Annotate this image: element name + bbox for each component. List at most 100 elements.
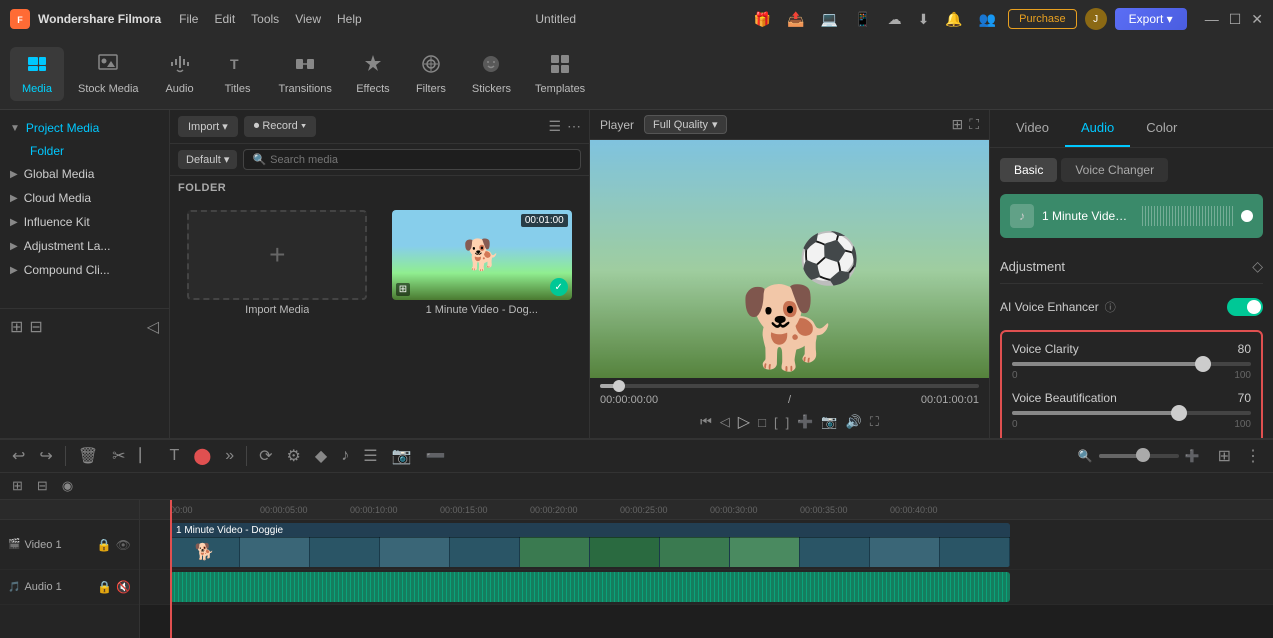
tab-video[interactable]: Video: [1000, 110, 1065, 147]
redo-button[interactable]: ↪: [35, 444, 56, 468]
sidebar-collapse-btn[interactable]: ◁: [147, 317, 159, 337]
filter-icon[interactable]: ☰: [548, 118, 561, 135]
menu-view[interactable]: View: [295, 12, 321, 26]
menu-file[interactable]: File: [179, 12, 198, 26]
audio-clip[interactable]: [170, 572, 1010, 602]
scene-button[interactable]: 📷: [388, 444, 416, 468]
import-button[interactable]: Import ▾: [178, 116, 238, 137]
color-button[interactable]: ⬤: [189, 444, 215, 468]
voice-clarity-thumb[interactable]: [1195, 356, 1211, 372]
playhead[interactable]: [170, 500, 172, 638]
full-screen-icon[interactable]: ⛶: [969, 116, 979, 133]
subtract-button[interactable]: ➖: [421, 444, 449, 468]
zoom-in-icon[interactable]: ➕: [1185, 449, 1200, 463]
user-avatar[interactable]: J: [1085, 8, 1107, 30]
trim-button[interactable]: ✂: [108, 444, 129, 468]
settings-button[interactable]: ⚙: [283, 444, 305, 468]
toolbar-item-titles[interactable]: T Titles: [211, 47, 265, 101]
audio-play-toggle[interactable]: [1241, 210, 1253, 222]
maximize-button[interactable]: ☐: [1229, 11, 1242, 28]
default-view-button[interactable]: Default ▾: [178, 150, 237, 169]
toolbar-item-transitions[interactable]: Transitions: [269, 47, 342, 101]
toolbar-item-stock[interactable]: Stock Media: [68, 47, 149, 101]
progress-thumb[interactable]: [613, 380, 625, 392]
toolbar-item-audio[interactable]: Audio: [153, 47, 207, 101]
quality-selector[interactable]: Full Quality ▾: [644, 115, 727, 134]
play-button[interactable]: ▷: [738, 412, 750, 432]
sub-tab-voice-changer[interactable]: Voice Changer: [1061, 158, 1168, 182]
notification-icon[interactable]: 🔔: [941, 9, 966, 30]
add-track-button[interactable]: ⊞: [8, 476, 27, 496]
audio-lock-icon[interactable]: 🔒: [97, 580, 112, 594]
toolbar-item-media[interactable]: Media: [10, 47, 64, 101]
sidebar-item-global-media[interactable]: ▶ Global Media: [0, 162, 169, 186]
sidebar-item-influence-kit[interactable]: ▶ Influence Kit: [0, 210, 169, 234]
toolbar-item-templates[interactable]: Templates: [525, 47, 595, 101]
sidebar-bottom-btn2[interactable]: ⊟: [29, 317, 42, 337]
loop-button[interactable]: ⟳: [255, 444, 276, 468]
ai-voice-info-icon[interactable]: ⓘ: [1105, 299, 1116, 315]
toolbar-item-filters[interactable]: Filters: [404, 47, 458, 101]
progress-bar[interactable]: [600, 384, 979, 388]
folder-button[interactable]: Folder: [30, 144, 159, 158]
record-button[interactable]: ⏺ Record ▾: [244, 116, 316, 137]
zoom-slider[interactable]: [1099, 454, 1179, 458]
video-clip[interactable]: 1 Minute Video - Doggie 🐕: [170, 523, 1010, 567]
voice-clarity-slider[interactable]: [1012, 362, 1251, 366]
zoom-thumb[interactable]: [1136, 448, 1150, 462]
toolbar-item-stickers[interactable]: Stickers: [462, 47, 521, 101]
close-button[interactable]: ✕: [1251, 11, 1263, 28]
sidebar-bottom-btn1[interactable]: ⊞: [10, 317, 23, 337]
tab-audio[interactable]: Audio: [1065, 110, 1130, 147]
download-icon[interactable]: ⬇: [914, 9, 934, 30]
grid-view-icon[interactable]: ⊞: [951, 116, 963, 133]
delete-button[interactable]: 🗑: [74, 444, 102, 468]
import-thumb[interactable]: +: [187, 210, 367, 300]
menu-tools[interactable]: Tools: [251, 12, 279, 26]
toolbar-item-effects[interactable]: Effects: [346, 47, 400, 101]
ai-voice-toggle[interactable]: [1227, 298, 1263, 316]
menu-edit[interactable]: Edit: [214, 12, 235, 26]
video-lock-icon[interactable]: 🔒: [97, 538, 112, 552]
text-button[interactable]: T: [166, 445, 184, 467]
step-back-button[interactable]: ◁: [720, 414, 730, 430]
people-icon[interactable]: 👥: [975, 9, 1000, 30]
voice-beautification-slider[interactable]: [1012, 411, 1251, 415]
magnet-button[interactable]: ◉: [58, 476, 77, 496]
snapshot-button[interactable]: 📷: [821, 414, 837, 430]
purchase-button[interactable]: Purchase: [1008, 9, 1076, 29]
more-tools-button[interactable]: »: [221, 445, 238, 467]
import-media-item[interactable]: + Import Media: [180, 210, 375, 316]
sidebar-item-compound[interactable]: ▶ Compound Cli...: [0, 258, 169, 282]
mark-out-button[interactable]: ]: [786, 415, 790, 430]
more-options-icon[interactable]: ⋯: [567, 118, 581, 135]
sidebar-item-cloud-media[interactable]: ▶ Cloud Media: [0, 186, 169, 210]
skip-to-start-button[interactable]: ⏮: [700, 414, 712, 430]
audio-mute-icon[interactable]: 🔇: [116, 580, 131, 594]
sidebar-item-adjustment[interactable]: ▶ Adjustment La...: [0, 234, 169, 258]
more-options-button[interactable]: ⋮: [1241, 444, 1265, 468]
audio-marker-button[interactable]: ♪: [337, 445, 353, 467]
cloud-icon[interactable]: ☁: [884, 9, 906, 30]
adjustment-expand-icon[interactable]: ◇: [1252, 258, 1263, 275]
sidebar-item-project-media[interactable]: ▼ Project Media: [0, 116, 169, 140]
mark-in-button[interactable]: [: [774, 415, 778, 430]
caption-button[interactable]: ☰: [359, 444, 381, 468]
video-eye-icon[interactable]: 👁: [116, 538, 131, 552]
share-icon[interactable]: 📤: [783, 9, 808, 30]
voice-beautification-thumb[interactable]: [1171, 405, 1187, 421]
grid-layout-button[interactable]: ⊞: [1214, 444, 1235, 468]
stop-button[interactable]: □: [758, 415, 766, 430]
menu-help[interactable]: Help: [337, 12, 362, 26]
screen-icon[interactable]: 📱: [850, 9, 875, 30]
marker-button[interactable]: ◆: [311, 444, 331, 468]
split-button[interactable]: ⎸: [136, 445, 160, 467]
export-button[interactable]: Export ▾: [1115, 8, 1187, 30]
fullscreen-button[interactable]: ⛶: [870, 414, 879, 430]
zoom-out-icon[interactable]: 🔍: [1078, 449, 1093, 463]
gift-icon[interactable]: 🎁: [750, 9, 775, 30]
video-media-item[interactable]: 🐕 00:01:00 ⊞ ✓ 1 Minute Video - Dog...: [385, 210, 580, 316]
device-icon[interactable]: 💻: [817, 9, 842, 30]
search-input[interactable]: [270, 154, 572, 166]
add-to-timeline-button[interactable]: ➕: [797, 414, 813, 430]
